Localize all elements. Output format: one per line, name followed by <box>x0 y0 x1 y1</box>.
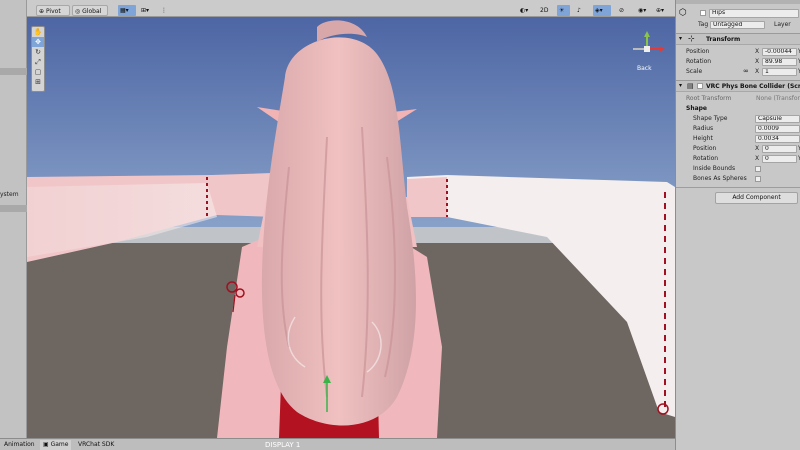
tag-label: Tag <box>698 21 709 28</box>
height-field[interactable]: 0.0034 <box>755 135 800 143</box>
snap-icon: ⊞▾ <box>141 7 150 14</box>
effects-icon: ◈▾ <box>595 7 603 14</box>
scene-camera-button[interactable]: ◉▾ <box>636 5 650 16</box>
shading-icon: ◐▾ <box>520 7 529 14</box>
gizmo-view-label: Back <box>637 65 652 72</box>
position-x-axis: X <box>755 48 760 55</box>
bones-as-spheres-checkbox[interactable] <box>755 176 761 182</box>
scene-toolbar: ⊕ Pivot ◎ Global ▦▾ ⊞▾ ⋮ ◐▾ 2D ☀ ♪ ◈▾ ⊘ … <box>27 0 675 17</box>
radius-label: Radius <box>693 125 714 132</box>
transform-header[interactable]: ▾ ⊹ Transform <box>676 33 800 45</box>
orientation-gizmo[interactable] <box>628 30 666 68</box>
menu-icon: ⋮ <box>161 7 167 14</box>
pivot-toggle[interactable]: ⊕ Pivot <box>36 5 70 16</box>
inspector-tab-strip <box>676 0 800 4</box>
layer-label: Layer <box>774 21 791 28</box>
effects-button[interactable]: ◈▾ <box>593 5 611 16</box>
shape-type-dropdown[interactable]: Capsule <box>755 115 800 123</box>
draw-mode-button[interactable]: ◐▾ <box>518 5 534 16</box>
transform-tool-palette: ✋ ✥ ↻ ⤢ ▢ ⊞ <box>31 26 45 92</box>
tag-dropdown[interactable]: Untagged <box>710 21 765 29</box>
hand-tool-icon[interactable]: ✋ <box>32 27 44 37</box>
object-name-field[interactable]: Hips <box>709 9 799 18</box>
display-selector[interactable]: DISPLAY 1 <box>262 440 303 450</box>
eye-slash-icon: ⊘ <box>619 7 625 14</box>
global-toggle[interactable]: ◎ Global <box>72 5 108 16</box>
audio-icon: ♪ <box>577 7 581 14</box>
camera-icon: ◉▾ <box>638 7 647 14</box>
divider <box>676 187 800 188</box>
scale-tool-icon[interactable]: ⤢ <box>32 57 44 67</box>
rotation-x-axis: X <box>755 58 760 65</box>
foldout-arrow-icon: ▾ <box>679 82 683 89</box>
avatar-render <box>27 17 675 438</box>
gizmos-button[interactable]: ⊕▾ <box>654 5 666 16</box>
collider-position-label: Position <box>693 145 717 152</box>
root-transform-field[interactable]: None (Transform) <box>756 94 800 103</box>
height-label: Height <box>693 135 713 142</box>
collider-position-x-field[interactable]: 0 <box>762 145 797 153</box>
hierarchy-row-highlight[interactable] <box>0 68 27 75</box>
game-icon: ▣ <box>43 441 51 448</box>
inspector-panel: ⬡ Hips Tag Untagged Layer ▾ ⊹ Transform … <box>675 0 800 450</box>
hierarchy-partial-text: ystem <box>0 191 19 198</box>
hidden-objects-button[interactable]: ⊘ <box>617 5 631 16</box>
scale-label: Scale <box>686 68 703 75</box>
light-icon: ☀ <box>559 7 565 14</box>
increment-snap-button[interactable]: ⊞▾ <box>139 5 157 16</box>
collider-rotation-label: Rotation <box>693 155 719 162</box>
add-component-button[interactable]: Add Component <box>715 192 798 204</box>
transform-tool-icon[interactable]: ⊞ <box>32 77 44 87</box>
root-transform-label: Root Transform <box>686 95 732 102</box>
object-active-checkbox[interactable] <box>700 10 706 16</box>
collider-rotation-x-axis: X <box>755 155 760 162</box>
collider-enabled-checkbox[interactable] <box>697 83 703 89</box>
mode-2d-button[interactable]: 2D <box>538 5 552 16</box>
position-label: Position <box>686 48 710 55</box>
inside-bounds-checkbox[interactable] <box>755 166 761 172</box>
foldout-arrow-icon: ▾ <box>679 35 683 42</box>
rotation-x-field[interactable]: 89.98 <box>762 58 797 66</box>
object-icon: ⬡ <box>679 8 687 18</box>
rotate-tool-icon[interactable]: ↻ <box>32 47 44 57</box>
move-tool-icon[interactable]: ✥ <box>32 37 44 47</box>
transform-title: Transform <box>706 36 741 43</box>
bones-as-spheres-label: Bones As Spheres <box>693 175 747 182</box>
lighting-button[interactable]: ☀ <box>557 5 570 16</box>
collider-rotation-x-field[interactable]: 0 <box>762 155 797 163</box>
transform-icon: ⊹ <box>688 34 695 43</box>
shape-type-label: Shape Type <box>693 115 728 122</box>
bottom-tab-bar: Animation ▣ Game VRChat SDK DISPLAY 1 <box>0 438 675 450</box>
toolbar-menu-button[interactable]: ⋮ <box>159 5 171 16</box>
scale-x-field[interactable]: 1 <box>762 68 797 76</box>
grid-snap-button[interactable]: ▦▾ <box>118 5 136 16</box>
tab-vrchat-sdk[interactable]: VRChat SDK <box>75 440 117 450</box>
radius-field[interactable]: 0.0009 <box>755 125 800 133</box>
gizmos-icon: ⊕▾ <box>656 7 665 14</box>
tab-game[interactable]: ▣ Game <box>40 440 72 450</box>
audio-button[interactable]: ♪ <box>575 5 587 16</box>
collider-header[interactable]: ▾ ▤ VRC Phys Bone Collider (Script) <box>676 80 800 92</box>
scene-viewport[interactable] <box>27 17 675 438</box>
link-icon[interactable]: ∞ <box>743 67 749 75</box>
position-x-field[interactable]: -0.00044 <box>762 48 797 56</box>
tab-animation[interactable]: Animation <box>1 440 38 450</box>
hierarchy-panel-edge: ystem <box>0 0 27 438</box>
script-icon: ▤ <box>687 82 694 90</box>
rect-tool-icon[interactable]: ▢ <box>32 67 44 77</box>
rotation-label: Rotation <box>686 58 712 65</box>
pivot-icon: ⊕ <box>39 8 46 15</box>
collider-position-x-axis: X <box>755 145 760 152</box>
inside-bounds-label: Inside Bounds <box>693 165 736 172</box>
hierarchy-row-selected[interactable] <box>0 205 27 212</box>
shape-section-label: Shape <box>686 105 708 112</box>
grid-icon: ▦▾ <box>120 7 129 14</box>
scale-x-axis: X <box>755 68 760 75</box>
collider-title: VRC Phys Bone Collider (Script) <box>706 83 800 90</box>
